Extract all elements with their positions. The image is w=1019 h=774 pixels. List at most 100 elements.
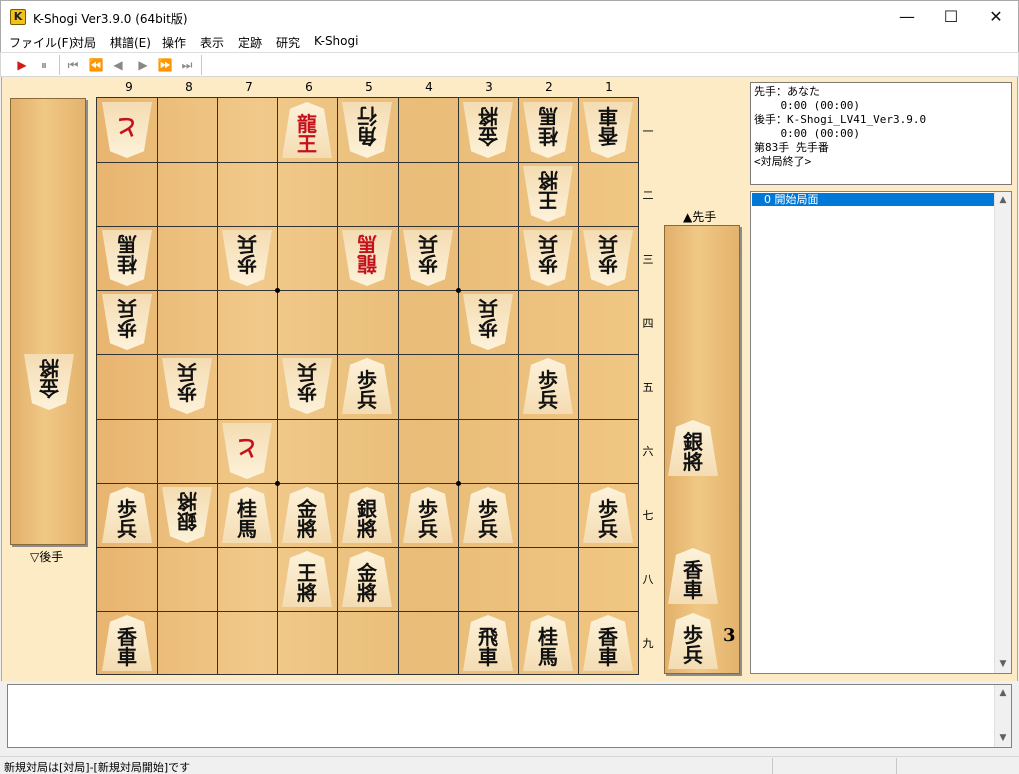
piece-char: 歩 bbox=[418, 252, 438, 276]
piece-char: 將 bbox=[297, 517, 317, 541]
menu-file[interactable]: ファイル(F) bbox=[9, 34, 73, 51]
gote-piece[interactable]: 桂馬 bbox=[102, 230, 152, 286]
gote-piece-stand[interactable]: 金將 bbox=[10, 98, 86, 545]
sente-piece[interactable]: 香車 bbox=[583, 615, 633, 671]
sente-piece[interactable]: 歩兵 bbox=[668, 613, 718, 669]
sente-piece-stand[interactable]: 銀將香車歩兵3 bbox=[664, 225, 740, 674]
column-label: 3 bbox=[485, 80, 493, 94]
menu-kifu[interactable]: 棋譜(E) bbox=[110, 34, 151, 51]
sente-piece[interactable]: 歩兵 bbox=[463, 487, 513, 543]
column-label: 6 bbox=[305, 80, 313, 94]
gote-piece[interactable]: 歩兵 bbox=[463, 294, 513, 350]
kifu-item-start[interactable]: 0 開始局面 bbox=[752, 193, 994, 206]
gote-piece[interactable]: 金將 bbox=[463, 102, 513, 158]
comment-box[interactable]: ▲ ▼ bbox=[7, 684, 1012, 748]
gote-piece[interactable]: 歩兵 bbox=[162, 358, 212, 414]
row-label: 九 bbox=[642, 637, 654, 650]
piece-char: 桂 bbox=[237, 497, 257, 521]
gote-piece[interactable]: 歩兵 bbox=[102, 294, 152, 350]
sente-piece[interactable]: 龍王 bbox=[282, 102, 332, 158]
gote-piece[interactable]: 龍馬 bbox=[342, 230, 392, 286]
piece-char: 兵 bbox=[538, 388, 558, 412]
forward-icon[interactable]: ▶ bbox=[134, 56, 152, 74]
menu-joseki[interactable]: 定跡 bbox=[238, 34, 262, 51]
scroll-up-icon[interactable]: ▲ bbox=[995, 685, 1011, 702]
gote-piece[interactable]: 香車 bbox=[583, 102, 633, 158]
menu-research[interactable]: 研究 bbox=[276, 34, 300, 51]
board-star-point bbox=[275, 288, 280, 293]
sente-piece[interactable]: 飛車 bbox=[463, 615, 513, 671]
sente-piece[interactable]: 歩兵 bbox=[583, 487, 633, 543]
piece-char: 歩 bbox=[538, 252, 558, 276]
piece-char: 香 bbox=[683, 558, 703, 582]
gote-piece[interactable]: 歩兵 bbox=[403, 230, 453, 286]
fast-forward-icon[interactable]: ⏩ bbox=[156, 56, 174, 74]
piece-char: 金 bbox=[39, 376, 59, 400]
piece-char: 將 bbox=[478, 104, 498, 128]
sente-piece[interactable]: 歩兵 bbox=[342, 358, 392, 414]
menu-game[interactable]: 対局 bbox=[72, 34, 96, 51]
piece-char: 歩 bbox=[297, 380, 317, 404]
gote-piece[interactable]: と bbox=[102, 102, 152, 158]
maximize-button[interactable]: ☐ bbox=[928, 1, 974, 33]
toolbar-separator bbox=[201, 55, 202, 75]
scroll-up-icon[interactable]: ▲ bbox=[995, 192, 1011, 209]
menu-operation[interactable]: 操作 bbox=[162, 34, 186, 51]
piece-char: 金 bbox=[297, 497, 317, 521]
piece-char: 兵 bbox=[598, 517, 618, 541]
status-bar: 新規対局は[対局]-[新規対局開始]です bbox=[0, 756, 1019, 774]
gote-piece[interactable]: 歩兵 bbox=[583, 230, 633, 286]
scroll-down-icon[interactable]: ▼ bbox=[995, 656, 1011, 673]
sente-piece[interactable]: 金將 bbox=[342, 551, 392, 607]
piece-char: 歩 bbox=[538, 368, 558, 392]
gote-piece[interactable]: 歩兵 bbox=[282, 358, 332, 414]
sente-piece[interactable]: 金將 bbox=[282, 487, 332, 543]
minimize-button[interactable]: — bbox=[884, 1, 930, 33]
sente-piece[interactable]: 香車 bbox=[102, 615, 152, 671]
row-label: 八 bbox=[642, 573, 654, 586]
gote-piece[interactable]: と bbox=[222, 423, 272, 479]
app-icon: K bbox=[10, 9, 26, 25]
menu-kshogi[interactable]: K-Shogi bbox=[314, 34, 358, 48]
piece-char: 兵 bbox=[418, 232, 438, 256]
last-move-icon[interactable]: ⏭ bbox=[178, 56, 196, 74]
shogi-board[interactable]: と龍王角行金將桂馬香車王將桂馬歩兵龍馬歩兵歩兵歩兵歩兵歩兵歩兵歩兵歩兵歩兵と歩兵… bbox=[96, 97, 639, 675]
close-button[interactable]: ✕ bbox=[973, 1, 1019, 33]
menu-view[interactable]: 表示 bbox=[200, 34, 224, 51]
first-move-icon[interactable]: ⏮ bbox=[64, 56, 82, 74]
gote-piece[interactable]: 銀將 bbox=[162, 487, 212, 543]
scroll-down-icon[interactable]: ▼ bbox=[995, 730, 1011, 747]
kifu-list[interactable]: 0 開始局面 ▲ ▼ bbox=[750, 191, 1012, 674]
piece-char: 將 bbox=[39, 356, 59, 380]
gote-piece[interactable]: 桂馬 bbox=[523, 102, 573, 158]
piece-char: 兵 bbox=[538, 232, 558, 256]
gote-piece[interactable]: 王將 bbox=[523, 166, 573, 222]
sente-piece[interactable]: 歩兵 bbox=[102, 487, 152, 543]
piece-char: 歩 bbox=[478, 316, 498, 340]
gote-piece[interactable]: 金將 bbox=[24, 354, 74, 410]
piece-char: 兵 bbox=[357, 388, 377, 412]
sente-piece[interactable]: 歩兵 bbox=[403, 487, 453, 543]
play-icon[interactable]: ▶ bbox=[13, 56, 31, 74]
piece-char: 兵 bbox=[478, 517, 498, 541]
sente-piece[interactable]: 銀將 bbox=[668, 420, 718, 476]
gote-piece[interactable]: 歩兵 bbox=[523, 230, 573, 286]
sente-piece[interactable]: 香車 bbox=[668, 548, 718, 604]
board-grid-line bbox=[97, 162, 638, 163]
sente-piece[interactable]: 歩兵 bbox=[523, 358, 573, 414]
piece-char: 銀 bbox=[357, 497, 377, 521]
back-icon[interactable]: ◀ bbox=[109, 56, 127, 74]
sente-piece[interactable]: 桂馬 bbox=[222, 487, 272, 543]
player-info-box: 先手：あなた 0:00 (00:00) 後手：K-Shogi_LV41_Ver3… bbox=[750, 82, 1012, 185]
fast-back-icon[interactable]: ⏪ bbox=[87, 56, 105, 74]
comment-scrollbar[interactable]: ▲ ▼ bbox=[994, 685, 1011, 747]
gote-piece[interactable]: 歩兵 bbox=[222, 230, 272, 286]
sente-piece[interactable]: 桂馬 bbox=[523, 615, 573, 671]
sente-piece[interactable]: 銀將 bbox=[342, 487, 392, 543]
gote-piece[interactable]: 角行 bbox=[342, 102, 392, 158]
pause-icon[interactable]: ⏸ bbox=[35, 56, 53, 74]
kifu-scrollbar[interactable]: ▲ ▼ bbox=[994, 192, 1011, 673]
gote-time: 0:00 (00:00) bbox=[754, 127, 860, 140]
sente-piece[interactable]: 王將 bbox=[282, 551, 332, 607]
board-grid-line bbox=[97, 290, 638, 291]
